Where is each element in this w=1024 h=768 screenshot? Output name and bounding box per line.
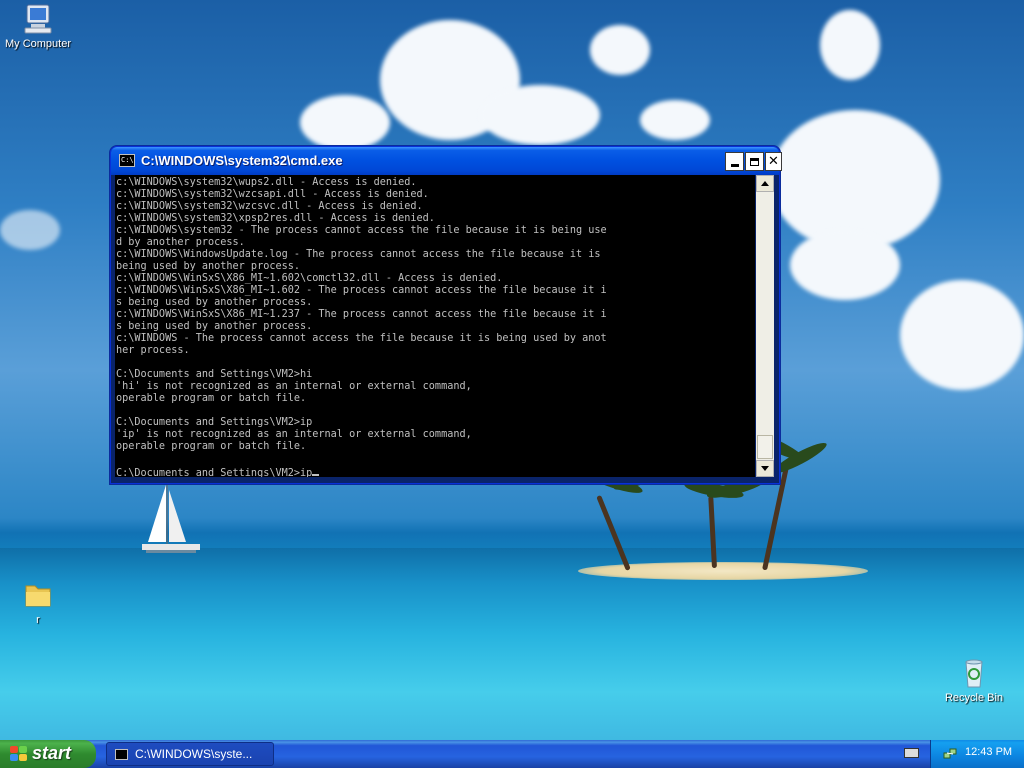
scroll-thumb[interactable] [757,435,773,459]
my-computer-label: My Computer [4,38,72,50]
taskbar[interactable]: start C:\WINDOWS\syste... 12:43 PM [0,740,1024,768]
vertical-scrollbar[interactable] [756,175,774,477]
cmd-window[interactable]: C:\ C:\WINDOWS\system32\cmd.exe ✕ c:\WIN… [110,146,782,484]
minimize-button[interactable] [725,152,744,171]
cloud [480,85,600,145]
cloud [300,95,390,150]
arrow-down-icon [761,466,769,471]
taskbar-button-label: C:\WINDOWS\syste... [135,747,253,761]
windows-flag-icon [10,746,28,762]
scroll-up-button[interactable] [756,175,774,192]
network-icon[interactable] [943,747,957,761]
recycle-bin-icon [957,656,991,690]
minimize-icon [730,163,739,167]
folder-icon [21,578,55,612]
cloud [770,110,940,250]
my-computer-icon [21,2,55,36]
cmd-icon [115,749,128,760]
cloud [0,210,60,250]
desktop-icon-recycle-bin[interactable]: Recycle Bin [936,656,1012,704]
window-title: C:\WINDOWS\system32\cmd.exe [141,153,343,168]
console-input[interactable]: ip [300,468,312,477]
scroll-down-button[interactable] [756,460,774,477]
start-button[interactable]: start [0,740,96,768]
system-tray: 12:43 PM [930,740,1024,768]
clock[interactable]: 12:43 PM [965,746,1012,758]
start-label: start [32,743,72,763]
sea [0,548,1024,740]
desktop-icon-my-computer[interactable]: My Computer [0,2,76,50]
taskbar-button-cmd[interactable]: C:\WINDOWS\syste... [106,742,274,766]
cloud [590,25,650,75]
sailboat [142,484,200,553]
console-output[interactable]: c:\WINDOWS\system32\wups2.dll - Access i… [115,175,755,477]
desktop-icon-folder[interactable]: r [0,578,76,626]
island [578,562,868,580]
maximize-icon [750,157,759,166]
close-button[interactable]: ✕ [765,152,782,171]
text-cursor [312,465,320,476]
cloud [640,100,710,140]
cloud [900,280,1024,390]
recycle-bin-label: Recycle Bin [944,692,1004,704]
console-text: c:\WINDOWS\system32\wups2.dll - Access i… [115,175,755,477]
arrow-up-icon [761,181,769,186]
maximize-button[interactable] [745,152,764,171]
close-icon: ✕ [768,154,779,169]
keyboard-icon[interactable] [904,748,919,758]
folder-label: r [36,614,40,626]
console-prompt: C:\Documents and Settings\VM2> [116,468,301,477]
cmd-icon: C:\ [119,154,135,167]
cloud [790,230,900,300]
cloud [820,10,880,80]
console-history: c:\WINDOWS\system32\wups2.dll - Access i… [116,177,607,452]
desktop[interactable]: My Computer r Recycle Bin C:\ C:\WINDOWS… [0,0,1024,740]
title-bar[interactable]: C:\ C:\WINDOWS\system32\cmd.exe ✕ [111,147,782,175]
